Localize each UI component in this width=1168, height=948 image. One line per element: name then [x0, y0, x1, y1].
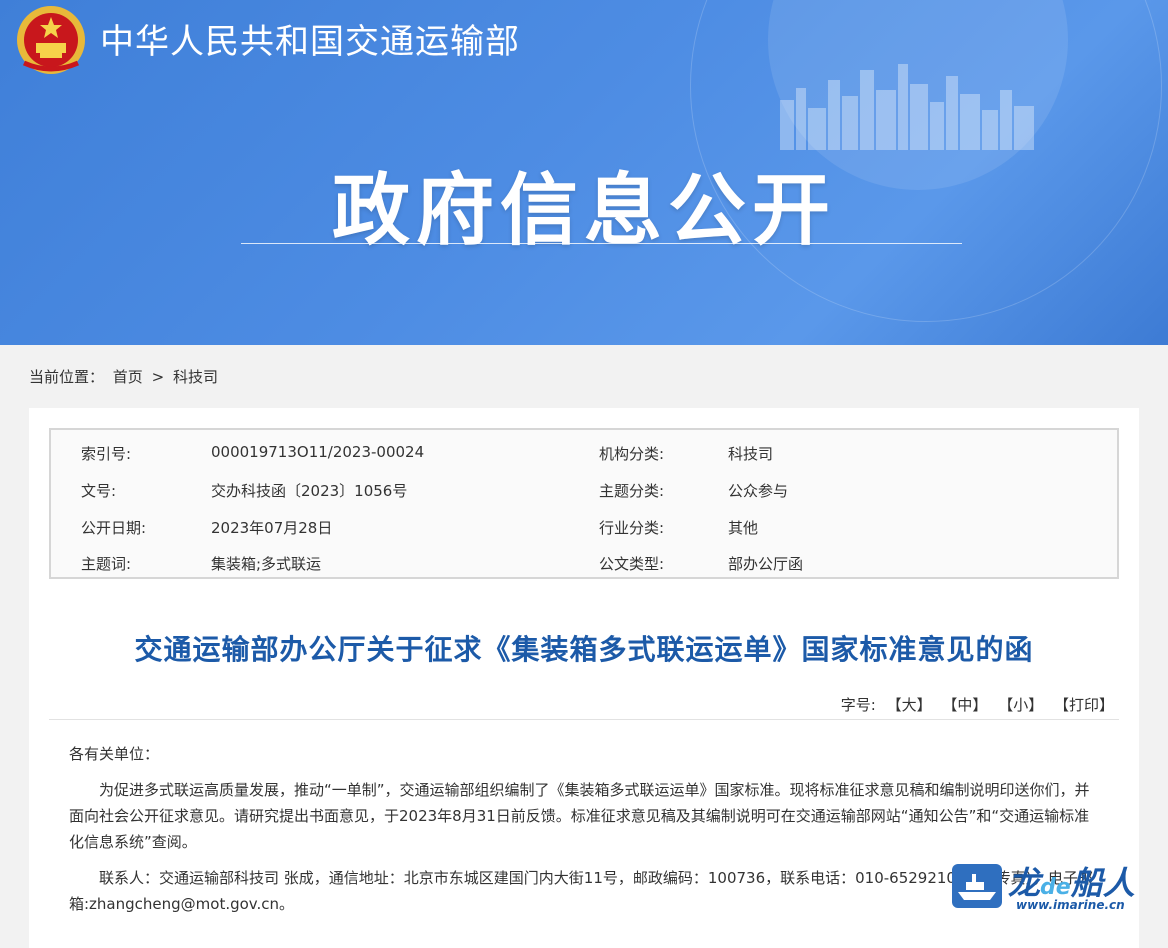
city-skyline-image — [780, 64, 1034, 150]
publish-date-value: 2023年07月28日 — [211, 519, 333, 537]
doc-type-label: 公文类型: — [599, 555, 665, 573]
document-title: 交通运输部办公厅关于征求《集装箱多式联运运单》国家标准意见的函 — [134, 633, 1034, 666]
metadata-table: 索引号: 000019713O11/2023-00024 机构分类: 科技司 文… — [49, 428, 1119, 579]
metadata-row: 主题词: 集装箱;多式联运 公文类型: 部办公厅函 — [51, 544, 1117, 580]
breadcrumb-home-link[interactable]: 首页 — [113, 368, 143, 386]
contact-paragraph: 联系人：交通运输部科技司 张成，通信地址：北京市东城区建国门内大街11号，邮政编… — [69, 869, 1094, 913]
site-name[interactable]: 中华人民共和国交通运输部 — [100, 14, 520, 63]
topic-category-label: 主题分类: — [599, 482, 665, 500]
national-emblem-icon — [17, 6, 85, 74]
org-category-value: 科技司 — [728, 445, 774, 463]
font-size-tools: 字号: 【大】 【中】 【小】 【打印】 — [841, 694, 1114, 715]
metadata-row: 索引号: 000019713O11/2023-00024 机构分类: 科技司 — [51, 434, 1117, 470]
keywords-value: 集装箱;多式联运 — [211, 555, 322, 573]
print-button[interactable]: 【打印】 — [1054, 696, 1114, 714]
publish-date-label: 公开日期: — [81, 519, 147, 537]
industry-category-value: 其他 — [728, 519, 759, 537]
banner-underline — [241, 243, 962, 244]
font-large-button[interactable]: 【大】 — [887, 696, 932, 714]
divider — [49, 719, 1119, 720]
doc-type-value: 部办公厅函 — [728, 555, 804, 573]
industry-category-label: 行业分类: — [599, 519, 665, 537]
breadcrumb-separator: > — [151, 368, 165, 386]
ship-icon — [952, 864, 1002, 908]
doc-number-label: 文号: — [81, 482, 117, 500]
body-paragraph: 为促进多式联运高质量发展，推动“一单制”，交通运输部组织编制了《集装箱多式联运运… — [69, 781, 1090, 851]
header-banner: 中华人民共和国交通运输部 政府信息公开 — [0, 0, 1168, 345]
breadcrumb-current-link[interactable]: 科技司 — [173, 368, 218, 386]
breadcrumb: 当前位置： 首页 > 科技司 — [29, 366, 222, 387]
metadata-row: 公开日期: 2023年07月28日 行业分类: 其他 — [51, 508, 1117, 544]
metadata-row: 文号: 交办科技函〔2023〕1056号 主题分类: 公众参与 — [51, 471, 1117, 507]
font-medium-button[interactable]: 【中】 — [942, 696, 987, 714]
watermark-logo: 龙de船人 www.imarine.cn — [950, 858, 1150, 918]
watermark-brand-de: de — [1040, 875, 1071, 900]
org-category-label: 机构分类: — [599, 445, 665, 463]
keywords-label: 主题词: — [81, 555, 132, 573]
index-number-label: 索引号: — [81, 445, 132, 463]
doc-number-value: 交办科技函〔2023〕1056号 — [211, 482, 408, 500]
topic-category-value: 公众参与 — [728, 482, 789, 500]
document-body: 各有关单位： 为促进多式联运高质量发展，推动“一单制”，交通运输部组织编制了《集… — [69, 741, 1099, 927]
breadcrumb-label: 当前位置： — [29, 368, 105, 386]
watermark-brand-b: 船人 — [1070, 864, 1135, 902]
font-small-button[interactable]: 【小】 — [998, 696, 1043, 714]
watermark-url: www.imarine.cn — [1016, 898, 1125, 912]
font-size-label: 字号: — [840, 696, 876, 714]
salutation: 各有关单位： — [69, 745, 160, 763]
index-number-value: 000019713O11/2023-00024 — [211, 443, 425, 461]
watermark-brand-a: 龙 — [1008, 864, 1041, 902]
